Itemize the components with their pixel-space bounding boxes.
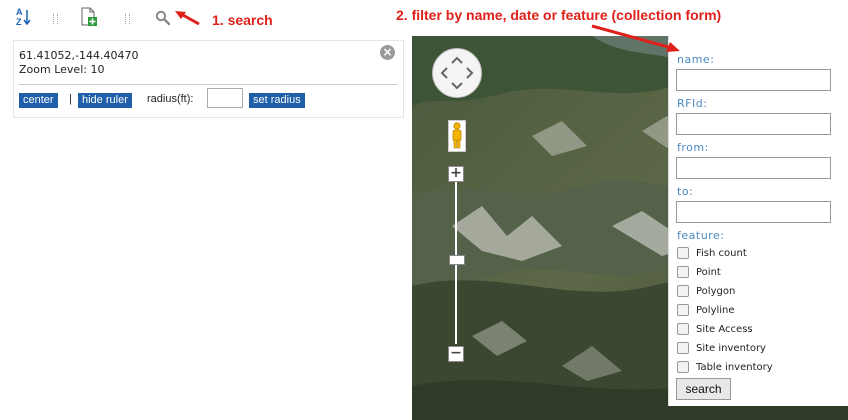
left-pane: 61.41052,-144.40470 Zoom Level: 10 × cen… bbox=[0, 36, 412, 420]
feature-option-label: Polygon bbox=[696, 286, 736, 297]
radius-label: radius(ft): bbox=[147, 93, 194, 105]
svg-text:Z: Z bbox=[16, 17, 22, 27]
feature-option-label: Point bbox=[696, 267, 721, 278]
pan-arrows-icon bbox=[440, 56, 474, 90]
rfid-label: RFId: bbox=[677, 97, 708, 110]
zoom-level-text: Zoom Level: 10 bbox=[19, 63, 105, 76]
from-label: from: bbox=[677, 141, 709, 154]
coords-block: 61.41052,-144.40470 Zoom Level: 10 bbox=[19, 49, 138, 77]
search-button[interactable]: search bbox=[676, 378, 731, 400]
separator-text: | bbox=[69, 93, 72, 105]
set-radius-button[interactable]: set radius bbox=[249, 93, 305, 108]
name-input[interactable] bbox=[676, 69, 831, 91]
feature-option-label: Fish count bbox=[696, 248, 747, 259]
checkbox[interactable] bbox=[677, 285, 689, 297]
feature-label: feature: bbox=[677, 229, 725, 242]
annotation-search: 1. search bbox=[212, 12, 273, 28]
zoom-slider-thumb[interactable] bbox=[449, 255, 465, 265]
checkbox[interactable] bbox=[677, 361, 689, 373]
to-date-input[interactable] bbox=[676, 201, 831, 223]
pan-control[interactable] bbox=[432, 48, 482, 98]
divider bbox=[19, 84, 398, 85]
filter-panel: name: RFId: from: to: feature: Fish coun… bbox=[668, 36, 848, 406]
rfid-input[interactable] bbox=[676, 113, 831, 135]
checkbox[interactable] bbox=[677, 342, 689, 354]
search-icon[interactable] bbox=[155, 10, 171, 30]
center-button[interactable]: center bbox=[19, 93, 58, 108]
coords-text: 61.41052,-144.40470 bbox=[19, 49, 139, 62]
toolbar-separator bbox=[125, 14, 130, 24]
toolbar-separator bbox=[53, 14, 58, 24]
location-info-box: 61.41052,-144.40470 Zoom Level: 10 × cen… bbox=[13, 40, 404, 118]
checkbox[interactable] bbox=[677, 304, 689, 316]
annotation-arrow-search bbox=[175, 11, 200, 26]
zoom-in-button[interactable]: + bbox=[448, 166, 464, 182]
checkbox[interactable] bbox=[677, 266, 689, 278]
toolbar: A Z 1. search 2. filter by name, date or… bbox=[0, 0, 848, 36]
checkbox[interactable] bbox=[677, 247, 689, 259]
sort-az-icon[interactable]: A Z bbox=[14, 6, 32, 32]
zoom-out-button[interactable]: − bbox=[448, 346, 464, 362]
feature-option-label: Site inventory bbox=[696, 343, 766, 354]
close-icon[interactable]: × bbox=[380, 45, 395, 60]
svg-text:A: A bbox=[16, 7, 23, 17]
annotation-arrow-filter bbox=[591, 24, 680, 52]
from-date-input[interactable] bbox=[676, 157, 831, 179]
feature-option-label: Polyline bbox=[696, 305, 735, 316]
street-view-pegman-icon[interactable] bbox=[448, 120, 466, 152]
feature-option-label: Site Access bbox=[696, 324, 753, 335]
hide-ruler-button[interactable]: hide ruler bbox=[78, 93, 132, 108]
add-document-icon[interactable] bbox=[80, 7, 98, 31]
feature-option-label: Table inventory bbox=[696, 362, 773, 373]
to-label: to: bbox=[677, 185, 694, 198]
checkbox[interactable] bbox=[677, 323, 689, 335]
radius-input[interactable] bbox=[207, 88, 243, 108]
